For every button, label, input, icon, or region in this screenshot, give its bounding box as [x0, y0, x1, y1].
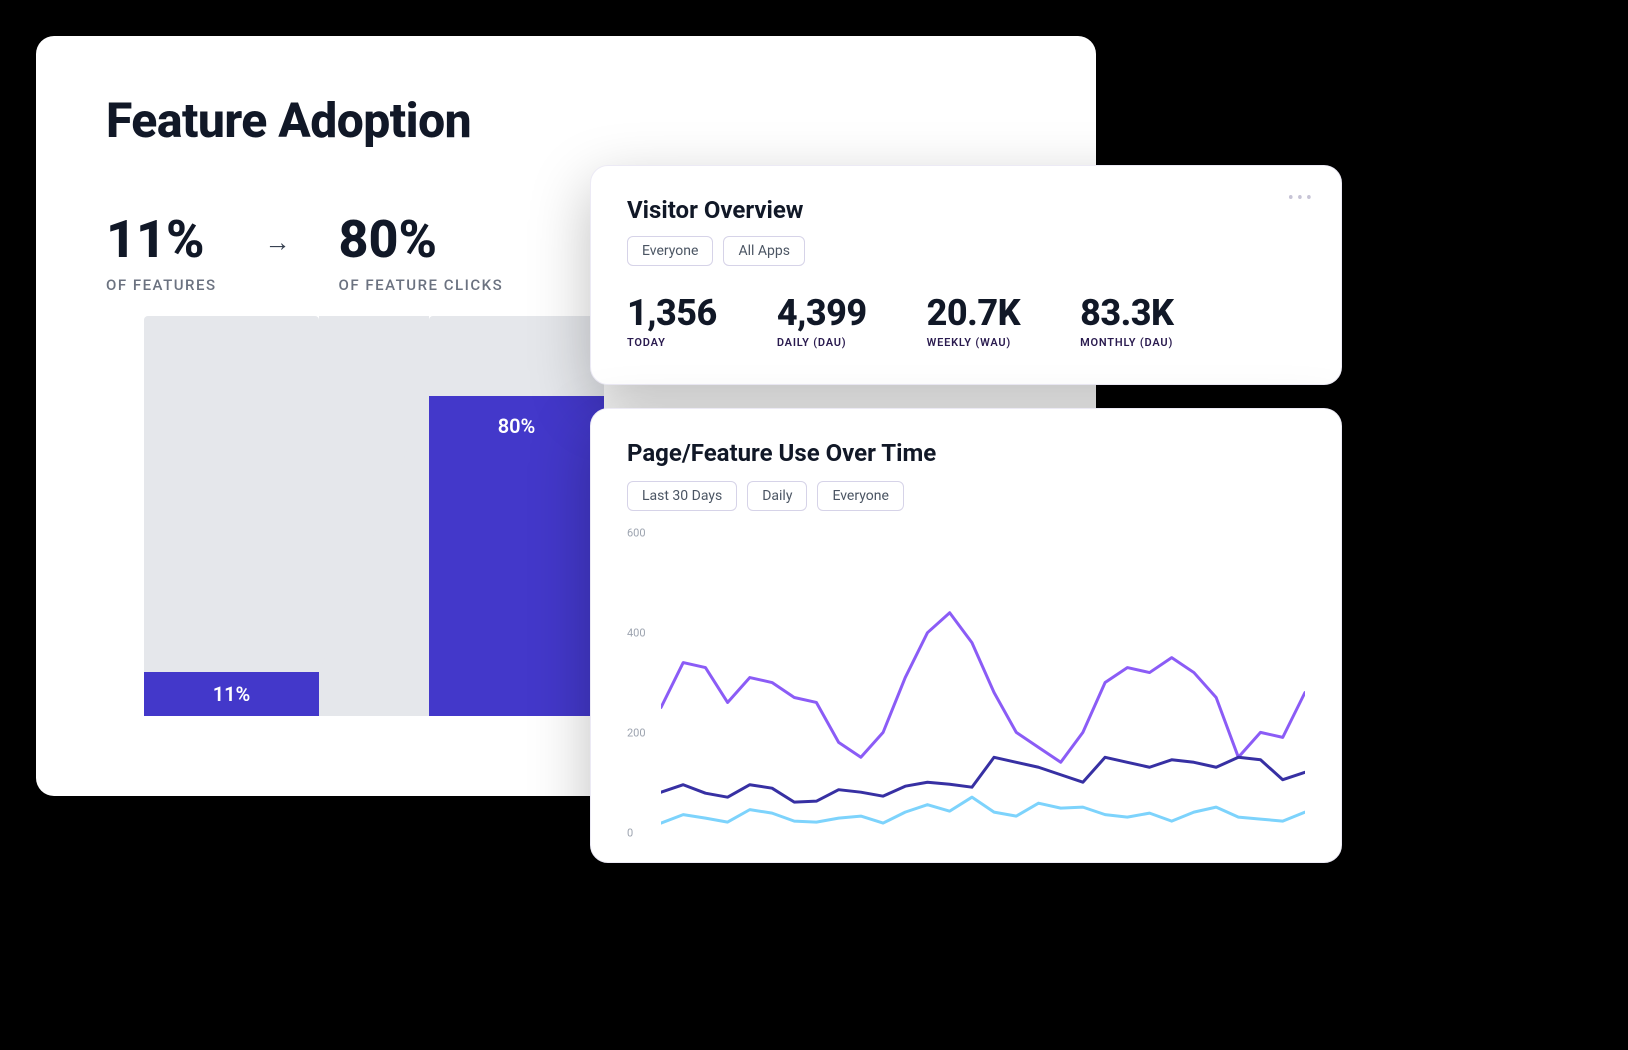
left-sublabel: OF FEATURES [106, 276, 217, 294]
funnel-wedge [319, 316, 429, 716]
bar-left-fill: 11% [144, 672, 319, 716]
bar-right-bg: 80% [429, 316, 604, 716]
right-percent: 80% [339, 209, 504, 270]
visitor-overview-card: ••• Visitor Overview Everyone All Apps 1… [590, 165, 1342, 385]
stat-monthly-value: 83.3K [1080, 292, 1173, 334]
stat-daily: 4,399 DAILY (DAU) [777, 292, 867, 349]
filter-range-pill[interactable]: Last 30 Days [627, 481, 737, 511]
filter-segment-pill[interactable]: Everyone [817, 481, 903, 511]
y-tick-400: 400 [627, 626, 646, 639]
filter-everyone-pill[interactable]: Everyone [627, 236, 713, 266]
timeseries-card: Page/Feature Use Over Time Last 30 Days … [590, 408, 1342, 863]
right-sublabel: OF FEATURE CLICKS [339, 276, 504, 294]
stat-weekly: 20.7K WEEKLY (WAU) [927, 292, 1020, 349]
stat-monthly: 83.3K MONTHLY (DAU) [1080, 292, 1173, 349]
filter-grain-pill[interactable]: Daily [747, 481, 807, 511]
visitor-overview-stats: 1,356 TODAY 4,399 DAILY (DAU) 20.7K WEEK… [627, 292, 1305, 349]
filter-all-apps-pill[interactable]: All Apps [723, 236, 805, 266]
y-tick-600: 600 [627, 527, 646, 540]
stat-monthly-label: MONTHLY (DAU) [1080, 336, 1173, 349]
y-tick-200: 200 [627, 726, 646, 739]
arrow-right-icon: → [265, 227, 291, 258]
bar-left-bg: 11% [144, 316, 319, 716]
timeseries-chart: 600 400 200 0 [627, 533, 1305, 833]
bar-left-label: 11% [213, 682, 251, 706]
more-options-icon[interactable]: ••• [1288, 188, 1315, 209]
stat-weekly-value: 20.7K [927, 292, 1020, 334]
visitor-overview-filters: Everyone All Apps [627, 236, 1305, 266]
feature-adoption-title: Feature Adoption [106, 92, 1026, 149]
timeseries-plot-svg [661, 533, 1305, 832]
bar-right-fill: 80% [429, 396, 604, 716]
stat-today-label: TODAY [627, 336, 717, 349]
bar-right-label: 80% [498, 414, 536, 438]
stat-daily-label: DAILY (DAU) [777, 336, 867, 349]
timeseries-title: Page/Feature Use Over Time [627, 439, 1305, 467]
timeseries-filters: Last 30 Days Daily Everyone [627, 481, 1305, 511]
y-tick-0: 0 [627, 827, 633, 840]
stat-today: 1,356 TODAY [627, 292, 717, 349]
feature-adoption-left-metric: 11% OF FEATURES [106, 209, 217, 294]
stat-weekly-label: WEEKLY (WAU) [927, 336, 1020, 349]
feature-adoption-bar-chart: 11% 80% [144, 316, 564, 716]
left-percent: 11% [106, 209, 217, 270]
stat-today-value: 1,356 [627, 292, 717, 334]
stat-daily-value: 4,399 [777, 292, 867, 334]
feature-adoption-right-metric: 80% OF FEATURE CLICKS [339, 209, 504, 294]
visitor-overview-title: Visitor Overview [627, 196, 1305, 224]
